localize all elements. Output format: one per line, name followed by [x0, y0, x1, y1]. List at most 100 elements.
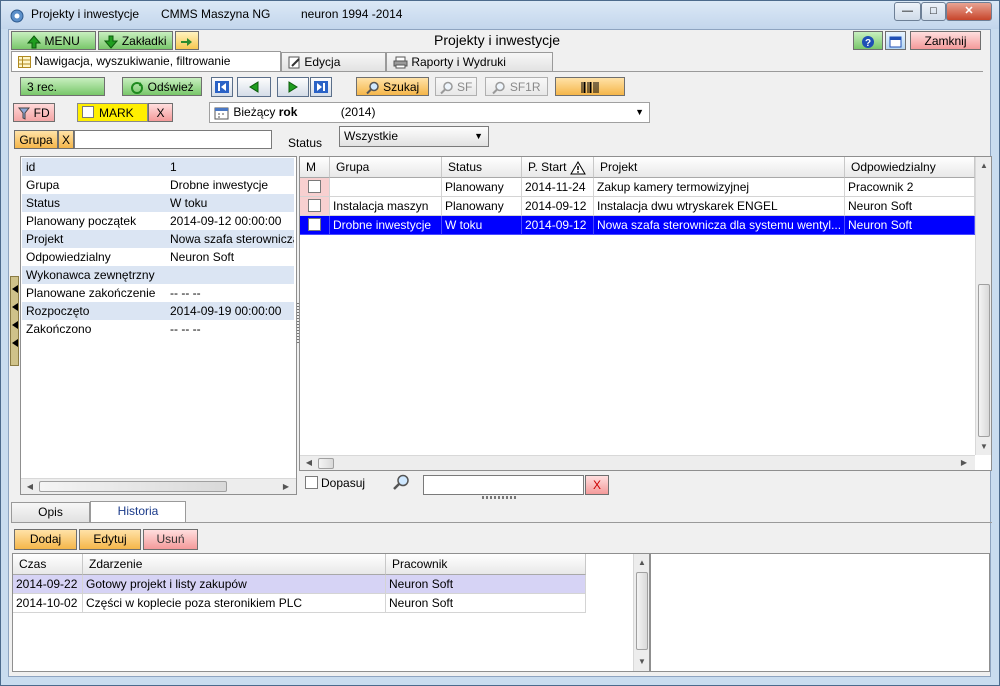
refresh-button[interactable]: Odśwież	[122, 77, 202, 96]
scroll-down-icon[interactable]: ▼	[977, 440, 991, 454]
column-header-mark[interactable]: M	[300, 157, 330, 178]
close-window-button[interactable]: ✕	[946, 2, 992, 21]
mark-cell[interactable]	[300, 178, 330, 197]
scroll-up-icon[interactable]: ▲	[635, 556, 649, 570]
grid-cell-odp[interactable]: Pracownik 2	[845, 178, 975, 197]
fit-checkbox[interactable]	[305, 476, 318, 489]
column-header-project[interactable]: Projekt	[594, 157, 845, 178]
grid-horizontal-scrollbar[interactable]: ◀ ▶	[300, 455, 975, 470]
details-horizontal-scrollbar[interactable]: ◀ ▶	[21, 478, 296, 494]
menu-button[interactable]: MENU	[11, 31, 96, 50]
history-header-time[interactable]: Czas	[13, 554, 83, 575]
scroll-thumb[interactable]	[636, 572, 648, 650]
scroll-right-icon[interactable]: ▶	[957, 456, 971, 470]
add-history-button[interactable]: Dodaj	[14, 529, 77, 550]
column-header-start[interactable]: P. Start	[522, 157, 594, 178]
scroll-down-icon[interactable]: ▼	[635, 655, 649, 669]
period-select[interactable]: Bieżący rok (2014) ▼	[209, 102, 650, 123]
row-mark-checkbox[interactable]	[308, 199, 321, 212]
detail-row[interactable]: Zakończono -- -- --	[22, 320, 294, 338]
history-cell-time[interactable]: 2014-09-22	[13, 575, 83, 594]
history-vertical-scrollbar[interactable]: ▲ ▼	[633, 554, 649, 671]
scroll-right-icon[interactable]: ▶	[279, 480, 293, 494]
prev-record-button[interactable]	[237, 77, 271, 97]
detail-row[interactable]: Status W toku	[22, 194, 294, 212]
detail-row[interactable]: Grupa Drobne inwestycje	[22, 176, 294, 194]
tab-reports[interactable]: Raporty i Wydruki	[386, 52, 553, 72]
export-button[interactable]	[175, 31, 199, 50]
delete-history-button[interactable]: Usuń	[143, 529, 198, 550]
barcode-button[interactable]	[555, 77, 625, 96]
edit-history-button[interactable]: Edytuj	[79, 529, 141, 550]
grid-cell-grupa[interactable]	[330, 178, 442, 197]
history-cell-worker[interactable]: Neuron Soft	[386, 575, 586, 594]
scroll-thumb[interactable]	[318, 458, 334, 469]
tab-history[interactable]: Historia	[90, 501, 186, 522]
scroll-thumb[interactable]	[39, 481, 227, 492]
scroll-thumb[interactable]	[978, 284, 990, 437]
row-mark-checkbox[interactable]	[308, 180, 321, 193]
detail-row[interactable]: Rozpoczęto 2014-09-19 00:00:00	[22, 302, 294, 320]
tab-edit[interactable]: Edycja	[281, 52, 386, 72]
close-app-button[interactable]: Zamknij	[910, 31, 981, 50]
status-select[interactable]: Wszystkie ▼	[339, 126, 489, 147]
sf1r-button[interactable]: SF1R	[485, 77, 548, 96]
column-header-group[interactable]: Grupa	[330, 157, 442, 178]
window-toggle-button[interactable]	[885, 31, 906, 50]
search-icon[interactable]	[392, 474, 410, 490]
grid-cell-projekt[interactable]: Zakup kamery termowizyjnej	[594, 178, 845, 197]
grid-cell-start[interactable]: 2014-09-12	[522, 216, 594, 235]
last-record-button[interactable]	[310, 77, 332, 97]
bookmarks-button[interactable]: Zakładki	[98, 31, 173, 50]
sf-button[interactable]: SF	[435, 77, 477, 96]
maximize-button[interactable]: □	[921, 2, 946, 21]
grid-cell-odp[interactable]: Neuron Soft	[845, 197, 975, 216]
mark-toggle[interactable]: MARK	[77, 103, 148, 122]
fd-button[interactable]: FD	[13, 103, 55, 122]
mark-clear-button[interactable]: X	[148, 103, 173, 122]
history-cell-event[interactable]: Części w koplecie poza steronikiem PLC	[83, 594, 386, 613]
history-cell-event[interactable]: Gotowy projekt i listy zakupów	[83, 575, 386, 594]
mark-checkbox[interactable]	[82, 106, 94, 118]
help-button[interactable]: ?	[853, 31, 883, 50]
scroll-left-icon[interactable]: ◀	[302, 456, 316, 470]
column-header-responsible[interactable]: Odpowiedzialny	[845, 157, 975, 178]
next-record-button[interactable]	[277, 77, 309, 97]
tab-navigation[interactable]: Nawigacja, wyszukiwanie, filtrowanie	[11, 51, 281, 72]
detail-row[interactable]: Wykonawca zewnętrzny	[22, 266, 294, 284]
grid-cell-projekt[interactable]: Nowa szafa sterownicza dla systemu wenty…	[594, 216, 845, 235]
detail-row[interactable]: Planowany początek 2014-09-12 00:00:00	[22, 212, 294, 230]
history-cell-worker[interactable]: Neuron Soft	[386, 594, 586, 613]
detail-row[interactable]: Odpowiedzialny Neuron Soft	[22, 248, 294, 266]
grid-cell-odp[interactable]: Neuron Soft	[845, 216, 975, 235]
grid-cell-start[interactable]: 2014-11-24	[522, 178, 594, 197]
mark-cell[interactable]	[300, 216, 330, 235]
tab-description[interactable]: Opis	[11, 502, 90, 522]
row-mark-checkbox[interactable]	[308, 218, 321, 231]
detail-row[interactable]: Planowane zakończenie -- -- --	[22, 284, 294, 302]
grid-cell-start[interactable]: 2014-09-12	[522, 197, 594, 216]
grid-vertical-scrollbar[interactable]: ▲ ▼	[975, 157, 991, 455]
mark-cell[interactable]	[300, 197, 330, 216]
scroll-left-icon[interactable]: ◀	[23, 480, 37, 494]
scroll-up-icon[interactable]: ▲	[977, 159, 991, 173]
horizontal-splitter-grip[interactable]	[482, 496, 518, 499]
grid-search-input[interactable]	[423, 475, 584, 495]
grid-search-clear-button[interactable]: X	[585, 475, 609, 495]
search-button[interactable]: Szukaj	[356, 77, 429, 96]
grid-cell-grupa[interactable]: Instalacja maszyn	[330, 197, 442, 216]
first-record-button[interactable]	[211, 77, 233, 97]
history-header-event[interactable]: Zdarzenie	[83, 554, 386, 575]
group-input[interactable]	[74, 130, 272, 149]
grid-cell-projekt[interactable]: Instalacja dwu wtryskarek ENGEL	[594, 197, 845, 216]
collapse-handle[interactable]	[10, 276, 19, 366]
grid-cell-status[interactable]: Planowany	[442, 197, 522, 216]
minimize-button[interactable]: —	[894, 2, 921, 21]
detail-row[interactable]: id 1	[22, 158, 294, 176]
grid-cell-status[interactable]: W toku	[442, 216, 522, 235]
history-header-worker[interactable]: Pracownik	[386, 554, 586, 575]
grid-cell-status[interactable]: Planowany	[442, 178, 522, 197]
grid-cell-grupa[interactable]: Drobne inwestycje	[330, 216, 442, 235]
detail-row[interactable]: Projekt Nowa szafa sterownicza	[22, 230, 294, 248]
column-header-status[interactable]: Status	[442, 157, 522, 178]
